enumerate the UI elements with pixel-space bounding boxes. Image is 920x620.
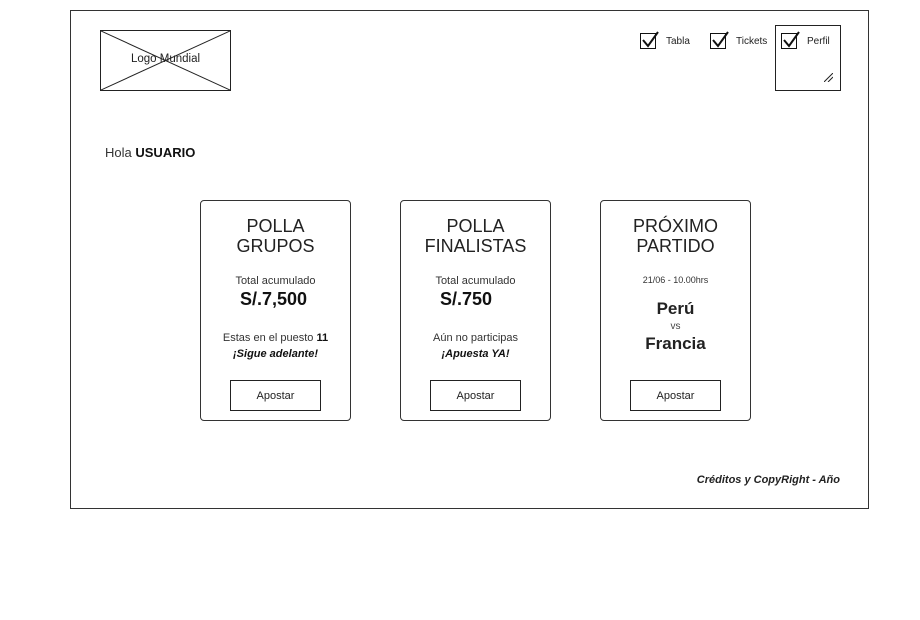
nav-item-tickets[interactable]: Tickets	[710, 31, 767, 51]
vs-label: vs	[670, 321, 681, 332]
total-label: Total acumulado	[235, 275, 316, 287]
nav-item-tabla[interactable]: Tabla	[640, 31, 690, 51]
checkbox-checked-icon[interactable]	[781, 31, 800, 49]
card-title-line2: PARTIDO	[636, 236, 715, 256]
greeting-prefix: Hola	[105, 145, 132, 160]
card-title-line1: PRÓXIMO	[632, 216, 718, 236]
footer-credits: Créditos y CopyRight - Año	[696, 474, 840, 486]
nav-label-tickets: Tickets	[736, 35, 768, 47]
greeting-user: USUARIO	[135, 145, 196, 160]
card-proximo-partido: PRÓXIMO PARTIDO 21/06 - 10.00hrs Perú vs…	[600, 200, 751, 421]
nav-label-tabla: Tabla	[666, 35, 690, 47]
team-home: Perú	[656, 299, 695, 318]
apostar-button[interactable]: Apostar	[230, 380, 321, 411]
card-title-line1: POLLA	[246, 216, 305, 236]
card-title: POLLA GRUPOS	[201, 216, 350, 256]
nav-label-perfil: Perfil	[807, 35, 830, 47]
apostar-button[interactable]: Apostar	[430, 380, 521, 411]
total-value: S/.7,500	[240, 289, 308, 309]
total-label: Total acumulado	[435, 275, 516, 287]
card-title: PRÓXIMO PARTIDO	[601, 216, 750, 256]
nav-item-perfil[interactable]: Perfil	[781, 31, 830, 51]
profile-box[interactable]: Perfil	[775, 25, 841, 91]
card-title-line1: POLLA	[446, 216, 505, 236]
ranking-position: 11	[316, 332, 329, 344]
card-title-line2: GRUPOS	[236, 236, 315, 256]
checkbox-checked-icon[interactable]	[640, 31, 659, 49]
ranking-status: Estas en el puesto 11	[201, 332, 350, 344]
resize-handle-icon[interactable]	[824, 73, 833, 82]
card-polla-finalistas: POLLA FINALISTAS Total acumulado S/.750 …	[400, 200, 551, 421]
cta-text: ¡Sigue adelante!	[233, 348, 318, 360]
logo-placeholder[interactable]: Logo Mundial	[100, 30, 231, 91]
card-title-line2: FINALISTAS	[424, 236, 527, 256]
cta-text: ¡Apuesta YA!	[441, 348, 510, 360]
greeting: Hola USUARIO	[105, 145, 195, 160]
match-date: 21/06 - 10.00hrs	[642, 275, 709, 285]
total-value: S/.750	[440, 289, 493, 309]
team-away: Francia	[645, 334, 706, 353]
checkbox-checked-icon[interactable]	[710, 31, 729, 49]
card-title: POLLA FINALISTAS	[401, 216, 550, 256]
ranking-label: Estas en el puesto	[222, 332, 314, 344]
participation-status: Aún no participas	[433, 332, 518, 344]
logo-text: Logo Mundial	[130, 53, 201, 65]
apostar-button[interactable]: Apostar	[630, 380, 721, 411]
card-polla-grupos: POLLA GRUPOS Total acumulado S/.7,500 Es…	[200, 200, 351, 421]
